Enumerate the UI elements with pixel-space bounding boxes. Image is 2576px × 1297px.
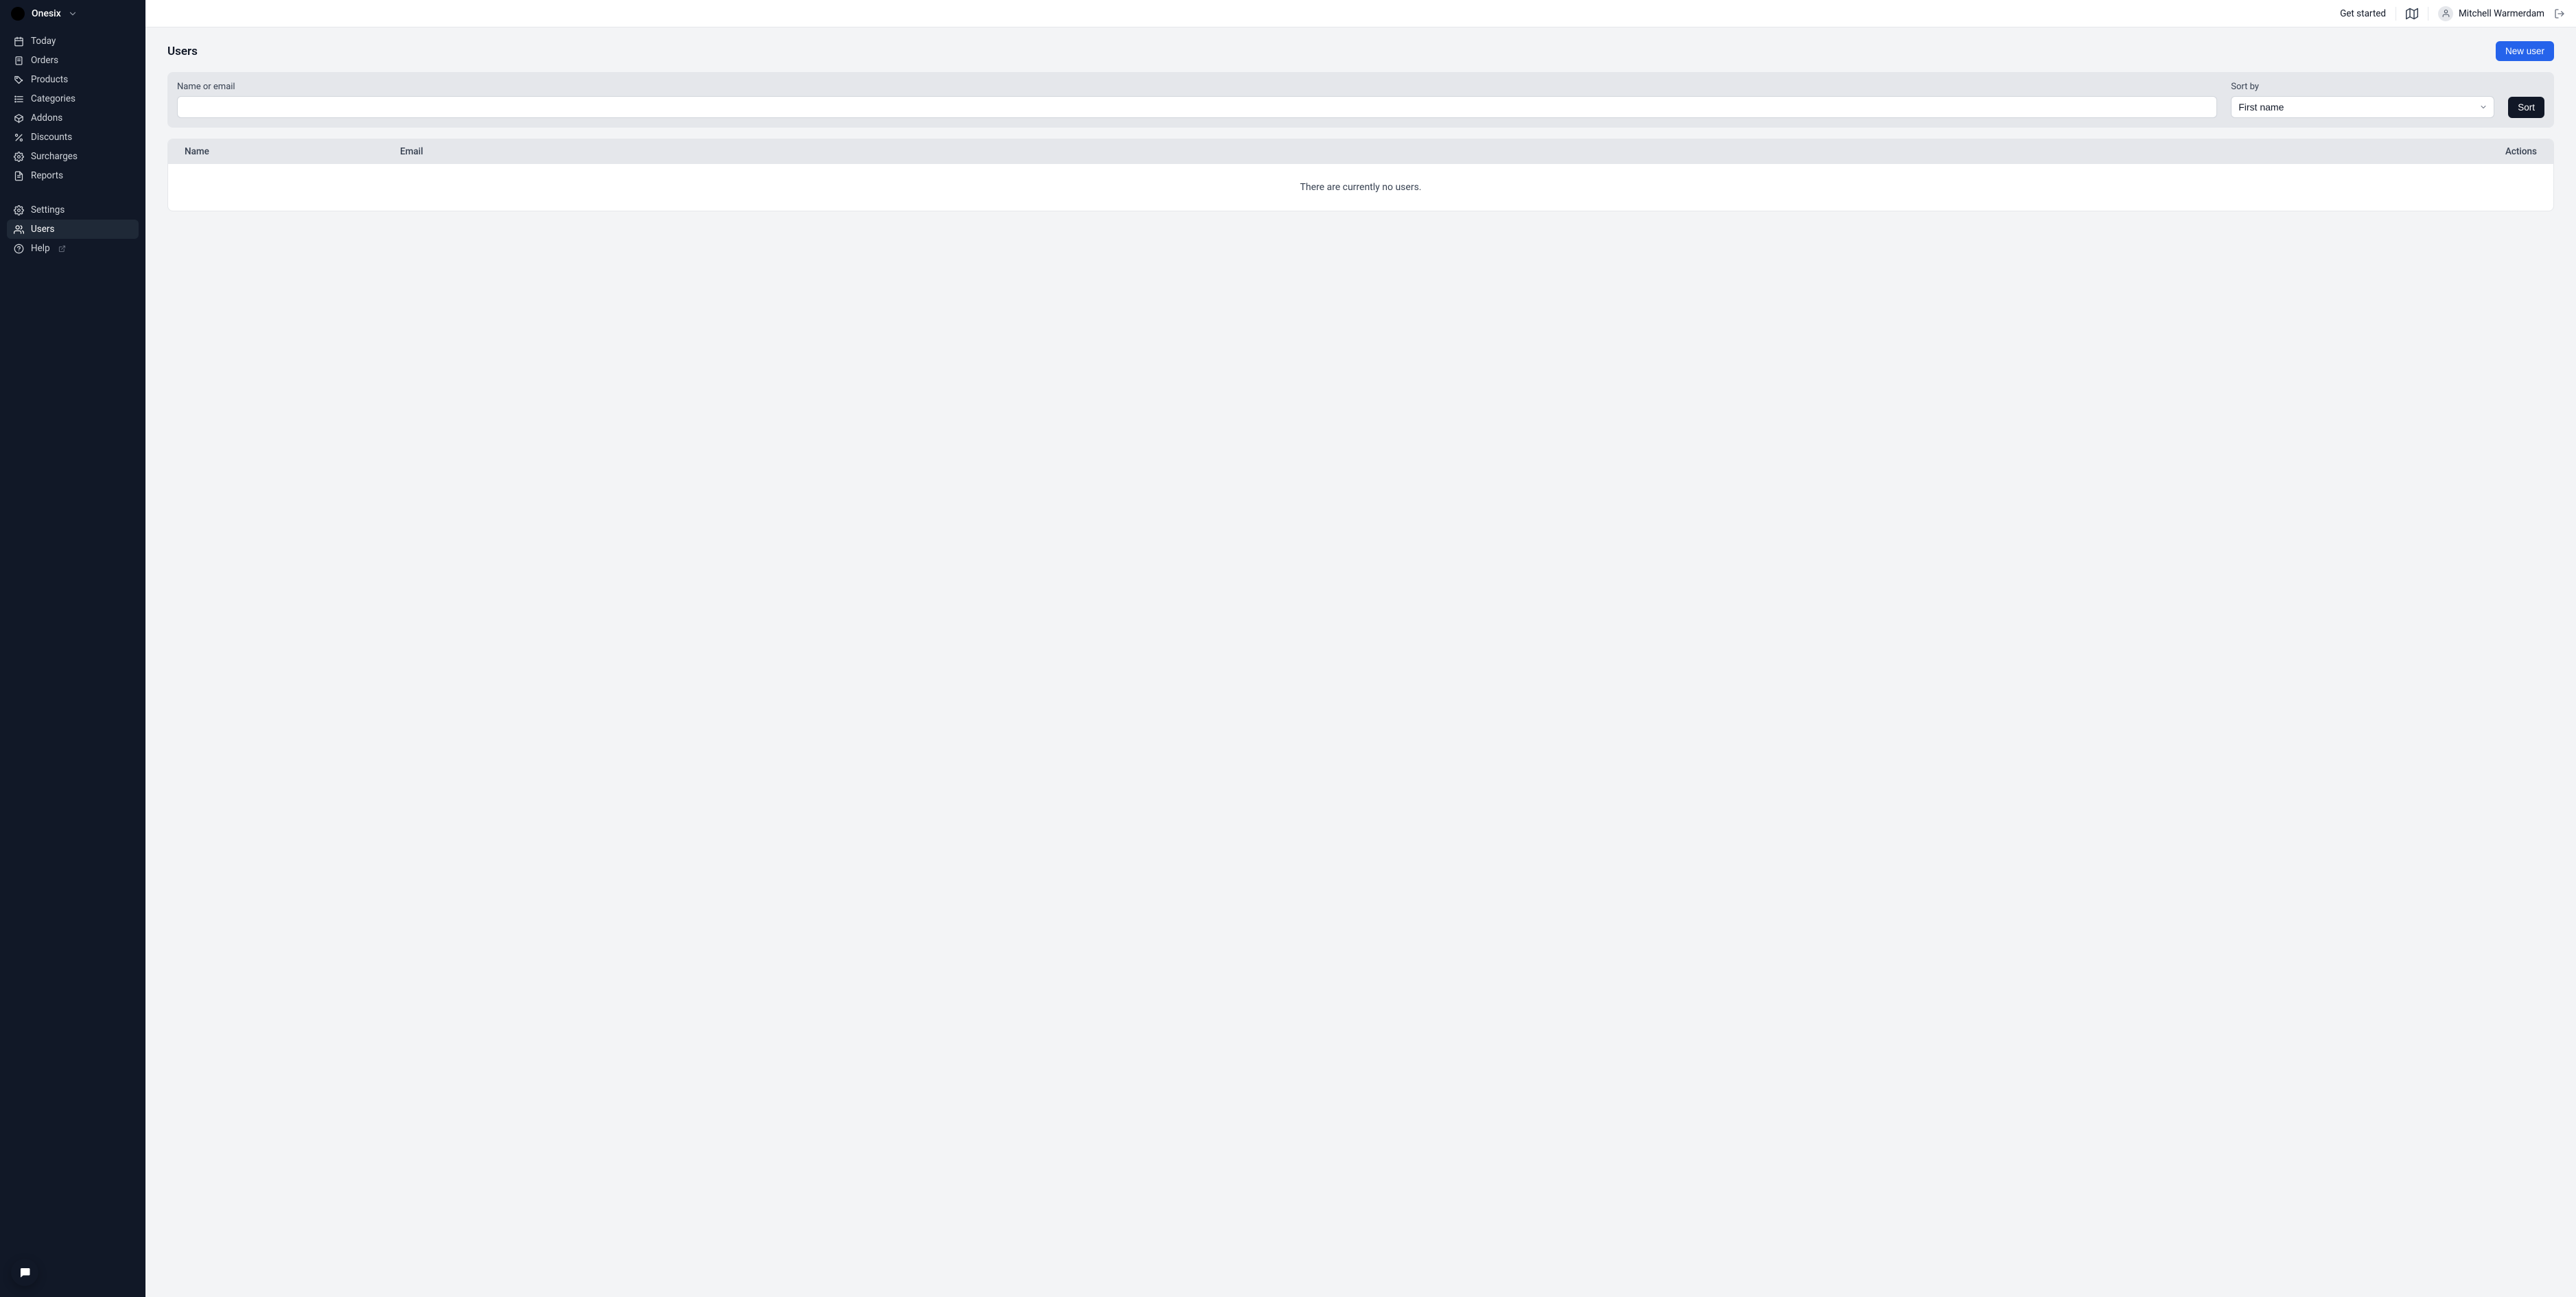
gear-icon [14,152,24,162]
sidebar-item-label: Addons [31,113,62,124]
sidebar-item-label: Categories [31,93,75,104]
new-user-button[interactable]: New user [2496,41,2554,61]
tag-icon [14,75,24,85]
column-header-email: Email [400,146,2468,157]
user-avatar [2438,6,2453,21]
sidebar-item-label: Help [31,243,50,254]
map-icon[interactable] [2406,8,2418,20]
sidebar-item-addons[interactable]: Addons [7,108,139,128]
main: Get started Mitchell Warmerdam Users New… [145,0,2576,1297]
sidebar-item-reports[interactable]: Reports [7,166,139,185]
user-icon [2442,9,2450,18]
sidebar-item-users[interactable]: Users [7,220,139,239]
chevron-down-icon [68,9,78,19]
users-table: Name Email Actions There are currently n… [167,139,2554,211]
name-or-email-input[interactable] [177,96,2217,118]
chat-icon [19,1266,31,1278]
sidebar-item-orders[interactable]: Orders [7,51,139,70]
sidebar-item-label: Discounts [31,132,72,143]
org-name: Onesix [32,8,61,19]
help-icon [14,244,24,254]
page-header: Users New user [167,41,2554,61]
table-header-row: Name Email Actions [168,139,2553,164]
nav-primary: Today Orders Products Categories Addons … [0,27,145,189]
sidebar-item-surcharges[interactable]: Surcharges [7,147,139,166]
empty-state: There are currently no users. [168,164,2553,211]
sidebar-item-label: Products [31,74,68,85]
content: Users New user Name or email Sort by Fir… [145,27,2576,1297]
nav-secondary: Settings Users Help [0,196,145,262]
settings-icon [14,205,24,215]
column-header-actions: Actions [2468,146,2537,157]
clipboard-icon [14,56,24,66]
sidebar-item-settings[interactable]: Settings [7,200,139,220]
sidebar-item-help[interactable]: Help [7,239,139,258]
user-menu[interactable]: Mitchell Warmerdam [2438,6,2544,21]
sidebar-item-label: Surcharges [31,151,78,162]
sidebar-item-products[interactable]: Products [7,70,139,89]
sort-by-label: Sort by [2231,82,2494,92]
logout-icon[interactable] [2554,8,2565,19]
sidebar: Onesix Today Orders Products Categories [0,0,145,1297]
get-started-link[interactable]: Get started [2340,8,2386,19]
sidebar-item-label: Orders [31,55,58,66]
name-or-email-field: Name or email [177,82,2217,118]
sidebar-item-label: Today [31,36,56,47]
filter-panel: Name or email Sort by First name Sort [167,72,2554,128]
users-icon [14,224,24,235]
sort-by-field: Sort by First name [2231,82,2494,118]
sidebar-item-categories[interactable]: Categories [7,89,139,108]
topbar: Get started Mitchell Warmerdam [145,0,2576,27]
org-switcher[interactable]: Onesix [0,0,145,27]
sort-by-select[interactable]: First name [2231,96,2494,118]
calendar-icon [14,36,24,47]
sidebar-item-label: Settings [31,205,65,215]
name-or-email-label: Name or email [177,82,2217,92]
sidebar-item-today[interactable]: Today [7,32,139,51]
external-link-icon [58,245,66,253]
sidebar-item-discounts[interactable]: Discounts [7,128,139,147]
chat-launcher[interactable] [11,1259,38,1286]
sort-button[interactable]: Sort [2508,97,2544,118]
user-name: Mitchell Warmerdam [2459,8,2544,19]
org-avatar [11,7,25,21]
column-header-name: Name [185,146,400,157]
sidebar-item-label: Users [31,224,54,235]
sidebar-item-label: Reports [31,170,63,181]
list-icon [14,94,24,104]
percent-icon [14,132,24,143]
box-icon [14,113,24,124]
file-icon [14,171,24,181]
page-title: Users [167,45,198,58]
